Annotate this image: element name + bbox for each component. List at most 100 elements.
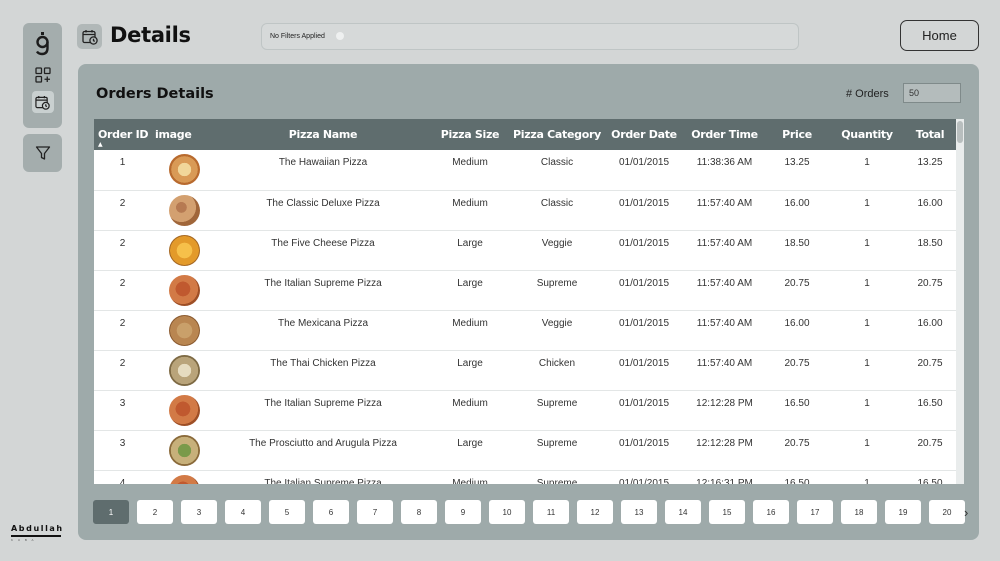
page-button-11[interactable]: 11 <box>533 500 569 524</box>
price-cell: 20.75 <box>784 437 810 449</box>
pizza-name-cell: The Classic Deluxe Pizza <box>266 197 380 209</box>
pizza-category-cell: Supreme <box>536 397 578 409</box>
pizza-category-cell: Supreme <box>536 277 578 289</box>
page-button-13[interactable]: 13 <box>621 500 657 524</box>
table-row[interactable]: 2 The Thai Chicken Pizza Large Chicken 01/01… <box>94 350 956 390</box>
pizza-size-cell: Large <box>457 237 483 249</box>
pizza-image-cell <box>151 230 217 270</box>
column-header-pizza-name[interactable]: Pizza Name <box>217 119 429 150</box>
column-header-quantity[interactable]: Quantity <box>830 119 904 150</box>
page-button-2[interactable]: 2 <box>137 500 173 524</box>
price-cell: 16.50 <box>784 397 810 409</box>
page-button-16[interactable]: 16 <box>753 500 789 524</box>
table-row[interactable]: 3 The Prosciutto and Arugula Pizza Large Su… <box>94 430 956 470</box>
price-cell: 16.00 <box>784 197 810 209</box>
order-date-cell: 01/01/2015 <box>618 237 670 249</box>
page-button-10[interactable]: 10 <box>489 500 525 524</box>
table-row[interactable]: 2 The Italian Supreme Pizza Large Supreme 01… <box>94 270 956 310</box>
pizza-size-cell: Large <box>457 357 483 369</box>
price-cell: 18.50 <box>784 237 810 249</box>
pizza-category-cell: Classic <box>540 197 574 209</box>
page-button-17[interactable]: 17 <box>797 500 833 524</box>
price-cell: 20.75 <box>784 357 810 369</box>
page-button-1[interactable]: 1 <box>93 500 129 524</box>
pizza-image-cell <box>151 190 217 230</box>
column-header-price[interactable]: Price <box>764 119 830 150</box>
page-title: Details <box>110 23 191 47</box>
panel-title: Orders Details <box>96 86 214 102</box>
scrollbar-thumb[interactable] <box>957 121 963 143</box>
page-button-9[interactable]: 9 <box>445 500 481 524</box>
home-button[interactable]: Home <box>900 20 979 51</box>
table-row[interactable]: 1 The Hawaiian Pizza Medium Classic 01/01/20… <box>94 150 956 190</box>
column-header-total[interactable]: Total <box>904 119 956 150</box>
dashboard-grid-icon[interactable] <box>23 63 62 87</box>
order-date-cell: 01/01/2015 <box>618 317 670 329</box>
pizza-category-cell: Chicken <box>538 357 576 369</box>
filter-icon[interactable] <box>23 134 62 172</box>
applied-filters-box[interactable]: No Filters Applied <box>261 23 799 50</box>
logo-g-icon[interactable] <box>23 29 62 59</box>
price-cell: 13.25 <box>784 157 810 168</box>
page-button-8[interactable]: 8 <box>401 500 437 524</box>
page-button-3[interactable]: 3 <box>181 500 217 524</box>
column-header-order-id[interactable]: Order ID ▲ <box>94 119 151 150</box>
page-button-4[interactable]: 4 <box>225 500 261 524</box>
pizza-name-cell: The Five Cheese Pizza <box>271 237 375 249</box>
table-row[interactable]: 2 The Mexicana Pizza Medium Veggie 01/01/201… <box>94 310 956 350</box>
price-cell: 16.00 <box>784 317 810 329</box>
pizza-size-cell: Medium <box>452 477 488 485</box>
order-time-cell: 11:57:40 AM <box>696 357 753 369</box>
orders-count-input[interactable]: 50 <box>903 83 961 103</box>
order-time-cell: 11:57:40 AM <box>696 237 753 249</box>
page-button-7[interactable]: 7 <box>357 500 393 524</box>
clear-filter-icon[interactable] <box>336 32 344 40</box>
pizza-size-cell: Medium <box>452 317 488 329</box>
pagination: 1 2 3 4 5 6 7 8 9 10 11 12 13 14 15 16 17 18 19 20 <box>93 500 965 524</box>
price-cell: 20.75 <box>784 277 810 289</box>
calendar-clock-icon[interactable] <box>23 89 62 115</box>
order-id-cell: 2 <box>119 237 126 249</box>
total-cell: 16.00 <box>917 317 943 329</box>
pizza-image <box>168 394 200 426</box>
order-time-cell: 12:12:28 PM <box>696 397 753 409</box>
order-date-cell: 01/01/2015 <box>618 397 670 409</box>
price-cell: 16.50 <box>784 477 810 485</box>
pizza-size-cell: Medium <box>452 197 488 209</box>
table-row[interactable]: 2 The Five Cheese Pizza Large Veggie 01/01/2… <box>94 230 956 270</box>
brand-name: Abdullah <box>11 524 64 533</box>
table-scrollbar[interactable] <box>956 119 964 484</box>
pizza-image <box>168 234 200 266</box>
sort-ascending-icon[interactable]: ▲ <box>98 141 103 148</box>
column-header-pizza-category[interactable]: Pizza Category <box>511 119 603 150</box>
quantity-cell: 1 <box>864 277 870 289</box>
table-row[interactable]: 2 The Classic Deluxe Pizza Medium Classic 01… <box>94 190 956 230</box>
quantity-cell: 1 <box>864 357 870 369</box>
column-header-image[interactable]: image <box>151 119 217 150</box>
table-row[interactable]: 4 The Italian Supreme Pizza Medium Supreme 0… <box>94 470 956 484</box>
pizza-name-cell: The Mexicana Pizza <box>277 317 369 329</box>
page-button-18[interactable]: 18 <box>841 500 877 524</box>
order-date-cell: 01/01/2015 <box>618 157 670 168</box>
calendar-clock-icon <box>77 24 102 49</box>
page-button-6[interactable]: 6 <box>313 500 349 524</box>
pizza-name-cell: The Italian Supreme Pizza <box>264 397 382 409</box>
page-button-5[interactable]: 5 <box>269 500 305 524</box>
page-button-12[interactable]: 12 <box>577 500 613 524</box>
column-header-order-time[interactable]: Order Time <box>685 119 764 150</box>
pizza-image-cell <box>151 470 217 484</box>
page-button-15[interactable]: 15 <box>709 500 745 524</box>
page-button-19[interactable]: 19 <box>885 500 921 524</box>
column-header-order-date[interactable]: Order Date <box>603 119 685 150</box>
quantity-cell: 1 <box>864 397 870 409</box>
page-button-14[interactable]: 14 <box>665 500 701 524</box>
table-row[interactable]: 3 The Italian Supreme Pizza Medium Supreme 0… <box>94 390 956 430</box>
order-id-cell: 2 <box>119 277 126 289</box>
chevron-right-icon[interactable]: › <box>964 505 968 520</box>
column-header-pizza-size[interactable]: Pizza Size <box>429 119 511 150</box>
page-button-20[interactable]: 20 <box>929 500 965 524</box>
pizza-image <box>168 434 200 466</box>
pizza-name-cell: The Thai Chicken Pizza <box>270 357 376 369</box>
pizza-name-cell: The Italian Supreme Pizza <box>264 277 382 289</box>
orders-table-container: Order ID ▲ image Pizza Name Pizza Size Pi… <box>94 119 956 484</box>
